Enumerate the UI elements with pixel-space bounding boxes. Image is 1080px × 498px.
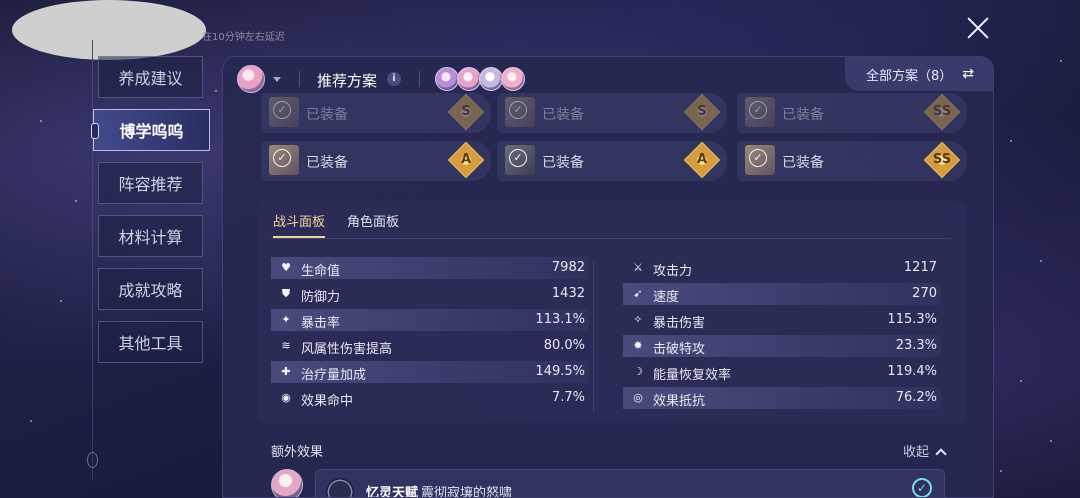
extra-effects-title: 额外效果 [271,445,324,460]
stat-row: ◉ 效果命中 7.7% [271,387,589,409]
check-icon: ✓ [273,149,291,167]
check-icon: ✓ [509,101,527,119]
boot-icon: ➹ [633,287,643,300]
stat-row: ◎ 效果抵抗 76.2% [623,387,941,409]
character-avatar[interactable] [237,65,265,93]
crit-icon: ✦ [281,313,291,326]
info-icon[interactable]: i [387,72,401,86]
relic-row: ✓ 已装备 S ✓ 已装备 S ✓ 已装备 SS [257,93,967,133]
team-avatar [501,67,525,91]
nav-item-achievement-guide[interactable]: 成就攻略 [98,268,203,310]
team-avatar [457,67,481,91]
column-divider [593,261,594,413]
tab-character-panel[interactable]: 角色面板 [347,211,399,230]
recommend-panel: 推荐方案 i 全部方案（8） ⇄ ✓ 已装备 S ✓ 已装备 S ✓ 已装备 S… [222,56,994,498]
heart-icon: ♥ [281,261,291,274]
rank-badge: A [683,141,721,179]
rank-badge: A [447,141,485,179]
check-icon: ✓ [273,101,291,119]
relic-row: ✓ 已装备 A ✓ 已装备 A ✓ 已装备 SS [257,141,967,181]
relic-status: 已装备 [306,107,348,123]
check-icon[interactable]: ✓ [912,478,932,497]
stat-row: ☽ 能量恢复效率 119.4% [623,361,941,383]
stat-row: ⛊ 防御力 1432 [271,283,589,305]
tab-battle-panel[interactable]: 战斗面板 [273,211,326,238]
header-divider [299,71,300,87]
break-icon: ✸ [633,339,643,352]
stat-row: ✧ 暴击伤害 115.3% [623,309,941,331]
stat-row: ♥ 生命值 7982 [271,257,589,279]
effect-res-icon: ◎ [633,391,643,404]
stats-card: 战斗面板 角色面板 ♥ 生命值 7982 ⛊ 防御力 1432 ✦ 暴击率 113.1… [257,201,967,423]
stat-row: ✚ 治疗量加成 149.5% [271,361,589,383]
relic-card[interactable]: ✓ 已装备 SS [737,141,967,181]
wind-icon: ≋ [281,339,291,352]
energy-icon: ☽ [633,365,643,378]
crit-dmg-icon: ✧ [633,313,643,326]
extra-effect-desc: 震彻寂壤的怒啸 [421,486,513,498]
nav-item-build-advice[interactable]: 养成建议 [98,56,203,98]
tab-divider [271,238,951,239]
stat-row: ✸ 击破特攻 23.3% [623,335,941,357]
rank-badge: SS [923,141,961,179]
timeline-end-icon [87,452,98,468]
rank-badge: SS [923,93,961,131]
delay-notice: 在10分钟左右延迟 [202,32,285,43]
plus-icon: ✚ [281,365,291,378]
shield-icon: ⛊ [281,287,291,300]
chevron-up-icon [935,448,947,460]
relic-card[interactable]: ✓ 已装备 A [261,141,491,181]
team-avatars[interactable] [435,67,525,93]
check-icon: ✓ [749,149,767,167]
relic-status: 已装备 [542,107,584,123]
relic-card[interactable]: ✓ 已装备 S [497,93,727,133]
relic-status: 已装备 [306,155,348,171]
nav-timeline [92,40,93,480]
close-button[interactable] [962,12,994,44]
memosprite-avatar [271,469,303,497]
relic-card[interactable]: ✓ 已装备 S [261,93,491,133]
team-avatar [435,67,459,91]
panel-title: 推荐方案 [317,72,378,90]
relic-status: 已装备 [782,155,824,171]
nav-item-other-tools[interactable]: 其他工具 [98,321,203,363]
relic-card[interactable]: ✓ 已装备 A [497,141,727,181]
collapse-button[interactable]: 收起 [903,441,947,460]
effect-hit-icon: ◉ [281,391,291,404]
relic-status: 已装备 [542,155,584,171]
nav-item-material-calc[interactable]: 材料计算 [98,215,203,257]
header-divider [419,71,420,87]
redacted-blur [12,0,206,60]
nav-item-erudite[interactable]: 博学呜呜 [91,109,210,151]
sword-icon: ⚔ [633,261,643,274]
stat-row: ✦ 暴击率 113.1% [271,309,589,331]
stat-row: ➹ 速度 270 [623,283,941,305]
caret-down-icon[interactable] [273,77,281,82]
all-plans-button[interactable]: 全部方案（8） ⇄ [845,57,993,91]
talent-icon [326,478,354,497]
swap-icon: ⇄ [962,66,974,82]
check-icon: ✓ [509,149,527,167]
relic-card[interactable]: ✓ 已装备 SS [737,93,967,133]
extra-effect-card[interactable]: 忆灵天赋 震彻寂壤的怒啸 ✓ [315,469,945,498]
stat-row: ≋ 风属性伤害提高 80.0% [271,335,589,357]
team-avatar [479,67,503,91]
relic-status: 已装备 [782,107,824,123]
check-icon: ✓ [749,101,767,119]
nav-item-team-recommend[interactable]: 阵容推荐 [98,162,203,204]
extra-effect-name: 忆灵天赋 [366,486,419,498]
stat-row: ⚔ 攻击力 1217 [623,257,941,279]
rank-badge: S [447,93,485,131]
rank-badge: S [683,93,721,131]
